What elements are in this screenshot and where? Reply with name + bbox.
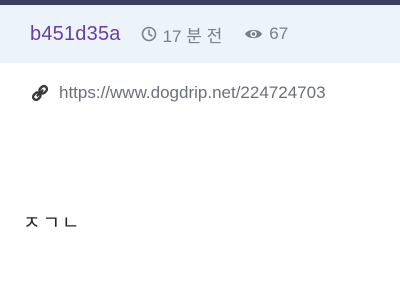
source-link[interactable]: https://www.dogdrip.net/224724703: [59, 83, 326, 103]
link-icon: [31, 84, 49, 102]
author-name[interactable]: b451d35a: [30, 23, 121, 46]
post-content: ㅈㄱㄴ: [23, 212, 82, 234]
source-link-row: https://www.dogdrip.net/224724703: [30, 83, 326, 103]
post-time-text: 17 분 전: [162, 26, 223, 46]
post-time: 17 분 전: [141, 22, 223, 47]
view-count: 67: [244, 24, 288, 44]
view-count-text: 67: [269, 24, 289, 43]
clock-icon: [141, 26, 156, 42]
post-view: b451d35a 17 분 전 67 https://www.dogdrip.n…: [0, 0, 400, 300]
post-meta-bar: b451d35a 17 분 전 67: [0, 5, 400, 63]
eye-icon: [245, 29, 263, 39]
